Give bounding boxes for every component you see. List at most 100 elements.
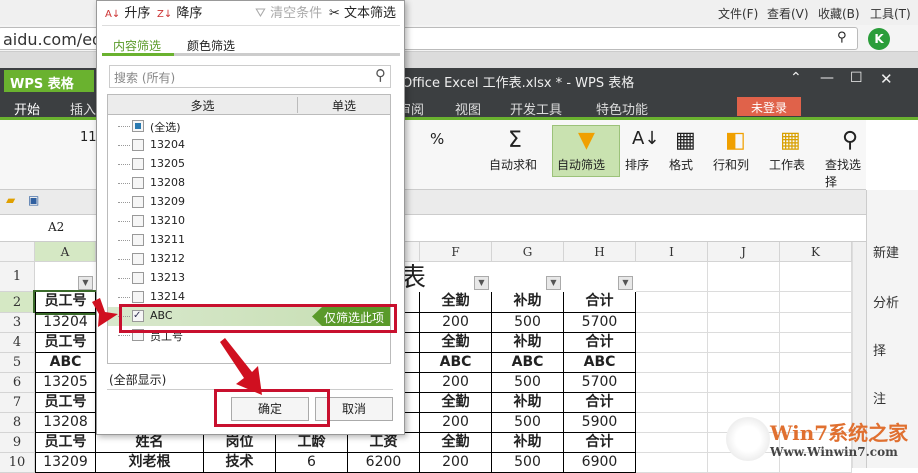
filter-item[interactable]: 13210 bbox=[108, 212, 390, 231]
table-cell[interactable]: 全勤 bbox=[420, 393, 492, 413]
filter-item[interactable]: 13205 bbox=[108, 155, 390, 174]
single-select-header[interactable]: 单选 bbox=[298, 97, 390, 114]
tab-color-filter[interactable]: 颜色筛选 bbox=[187, 37, 235, 54]
empty-cell[interactable] bbox=[708, 393, 780, 413]
sort-button[interactable]: 排序 bbox=[625, 156, 649, 173]
table-cell[interactable]: 合计 bbox=[564, 292, 636, 313]
wps-logo[interactable]: WPS 表格 bbox=[4, 70, 94, 92]
empty-cell[interactable] bbox=[636, 433, 708, 453]
checkbox[interactable] bbox=[132, 234, 144, 246]
row-header[interactable]: 2 bbox=[0, 292, 35, 313]
percent-icon[interactable]: % bbox=[430, 130, 444, 148]
empty-cell[interactable] bbox=[708, 333, 780, 353]
table-cell[interactable]: 合计 bbox=[564, 393, 636, 413]
table-cell[interactable]: 岗位 bbox=[204, 433, 276, 453]
search-icon[interactable]: ⚲ bbox=[837, 30, 847, 45]
table-cell[interactable]: ABC bbox=[564, 353, 636, 373]
column-header[interactable]: K bbox=[780, 242, 852, 262]
checkbox[interactable] bbox=[132, 291, 144, 303]
column-header[interactable]: I bbox=[636, 242, 708, 262]
side-analyze[interactable]: 分析 bbox=[873, 292, 899, 311]
empty-cell[interactable] bbox=[708, 262, 780, 292]
empty-cell[interactable] bbox=[636, 413, 708, 433]
table-cell[interactable]: 姓名 bbox=[96, 433, 204, 453]
search-input[interactable]: 搜索 (所有) ⚲ bbox=[109, 65, 391, 88]
tab-home[interactable]: 开始 bbox=[14, 99, 40, 118]
column-header[interactable]: A bbox=[35, 242, 96, 262]
menu-file[interactable]: 文件(F) bbox=[718, 5, 758, 22]
tab-developer[interactable]: 开发工具 bbox=[510, 99, 562, 118]
empty-cell[interactable] bbox=[780, 353, 852, 373]
table-cell[interactable]: 技术 bbox=[204, 453, 276, 473]
table-cell[interactable]: 员工号 bbox=[35, 433, 96, 453]
table-cell[interactable]: 6900 bbox=[564, 453, 636, 473]
empty-cell[interactable] bbox=[780, 333, 852, 353]
checkbox[interactable] bbox=[132, 177, 144, 189]
row-header[interactable]: 4 bbox=[0, 333, 35, 353]
empty-cell[interactable] bbox=[636, 453, 708, 473]
table-cell[interactable]: 补助 bbox=[492, 393, 564, 413]
tab-view[interactable]: 视图 bbox=[455, 99, 481, 118]
side-note[interactable]: 注 bbox=[873, 388, 886, 407]
table-cell[interactable]: 200 bbox=[420, 413, 492, 433]
row-header[interactable]: 3 bbox=[0, 313, 35, 333]
filter-item[interactable]: 13208 bbox=[108, 174, 390, 193]
collapse-icon[interactable]: ⌃ bbox=[790, 70, 802, 86]
show-all-link[interactable]: (全部显示) bbox=[109, 371, 166, 388]
column-header[interactable]: H bbox=[564, 242, 636, 262]
table-cell[interactable]: 13204 bbox=[35, 313, 96, 333]
sort-asc-button[interactable]: A↓ 升序 bbox=[105, 2, 150, 21]
filter-item[interactable]: 13209 bbox=[108, 193, 390, 212]
empty-cell[interactable] bbox=[708, 373, 780, 393]
table-cell[interactable]: 补助 bbox=[492, 333, 564, 353]
table-cell[interactable]: 合计 bbox=[564, 433, 636, 453]
filter-item[interactable]: 13212 bbox=[108, 250, 390, 269]
table-cell[interactable]: 200 bbox=[420, 373, 492, 393]
close-icon[interactable]: ✕ bbox=[880, 70, 893, 88]
table-cell[interactable]: 刘老根 bbox=[96, 453, 204, 473]
font-size-select[interactable]: 11 bbox=[80, 130, 97, 145]
sort-desc-button[interactable]: Z↓ 降序 bbox=[157, 2, 202, 21]
table-cell[interactable]: 全勤 bbox=[420, 333, 492, 353]
checkbox[interactable] bbox=[132, 196, 144, 208]
menu-view[interactable]: 查看(V) bbox=[767, 5, 809, 22]
row-header[interactable]: 6 bbox=[0, 373, 35, 393]
table-cell[interactable]: 200 bbox=[420, 313, 492, 333]
text-filter-button[interactable]: ✂ 文本筛选 bbox=[329, 2, 396, 21]
login-button[interactable]: 未登录 bbox=[737, 97, 801, 116]
column-header[interactable]: F bbox=[420, 242, 492, 262]
empty-cell[interactable] bbox=[708, 353, 780, 373]
empty-cell[interactable] bbox=[780, 373, 852, 393]
checkbox[interactable] bbox=[132, 139, 144, 151]
minimize-icon[interactable]: — bbox=[820, 70, 834, 86]
table-cell[interactable]: ABC bbox=[35, 353, 96, 373]
format-button[interactable]: 格式 bbox=[669, 156, 693, 173]
k-icon[interactable]: K bbox=[868, 28, 890, 50]
table-cell[interactable]: 6200 bbox=[348, 453, 420, 473]
empty-cell[interactable] bbox=[636, 292, 708, 313]
autofilter-button[interactable]: 自动筛选 bbox=[557, 156, 605, 173]
empty-cell[interactable] bbox=[780, 313, 852, 333]
row-header[interactable]: 7 bbox=[0, 393, 35, 413]
row-header[interactable]: 5 bbox=[0, 353, 35, 373]
filter-item[interactable]: 13204 bbox=[108, 136, 390, 155]
table-cell[interactable]: 全勤 bbox=[420, 292, 492, 313]
empty-cell[interactable] bbox=[708, 292, 780, 313]
worksheet-button[interactable]: 工作表 bbox=[769, 156, 805, 173]
table-cell[interactable]: 员工号 bbox=[35, 333, 96, 353]
table-cell[interactable]: 6 bbox=[276, 453, 348, 473]
checkbox[interactable] bbox=[132, 158, 144, 170]
tab-insert[interactable]: 插入 bbox=[70, 99, 96, 118]
find-select-button[interactable]: 查找选择 bbox=[825, 156, 866, 190]
empty-cell[interactable] bbox=[636, 373, 708, 393]
table-cell[interactable]: 合计 bbox=[564, 333, 636, 353]
table-cell[interactable]: 13205 bbox=[35, 373, 96, 393]
filter-item[interactable]: (全选) bbox=[108, 117, 390, 136]
empty-cell[interactable] bbox=[636, 313, 708, 333]
column-header[interactable]: J bbox=[708, 242, 780, 262]
table-cell[interactable]: 200 bbox=[420, 453, 492, 473]
row-header[interactable]: 10 bbox=[0, 453, 35, 473]
tab-features[interactable]: 特色功能 bbox=[596, 99, 648, 118]
row-header[interactable]: 8 bbox=[0, 413, 35, 433]
checkbox[interactable] bbox=[132, 120, 144, 132]
